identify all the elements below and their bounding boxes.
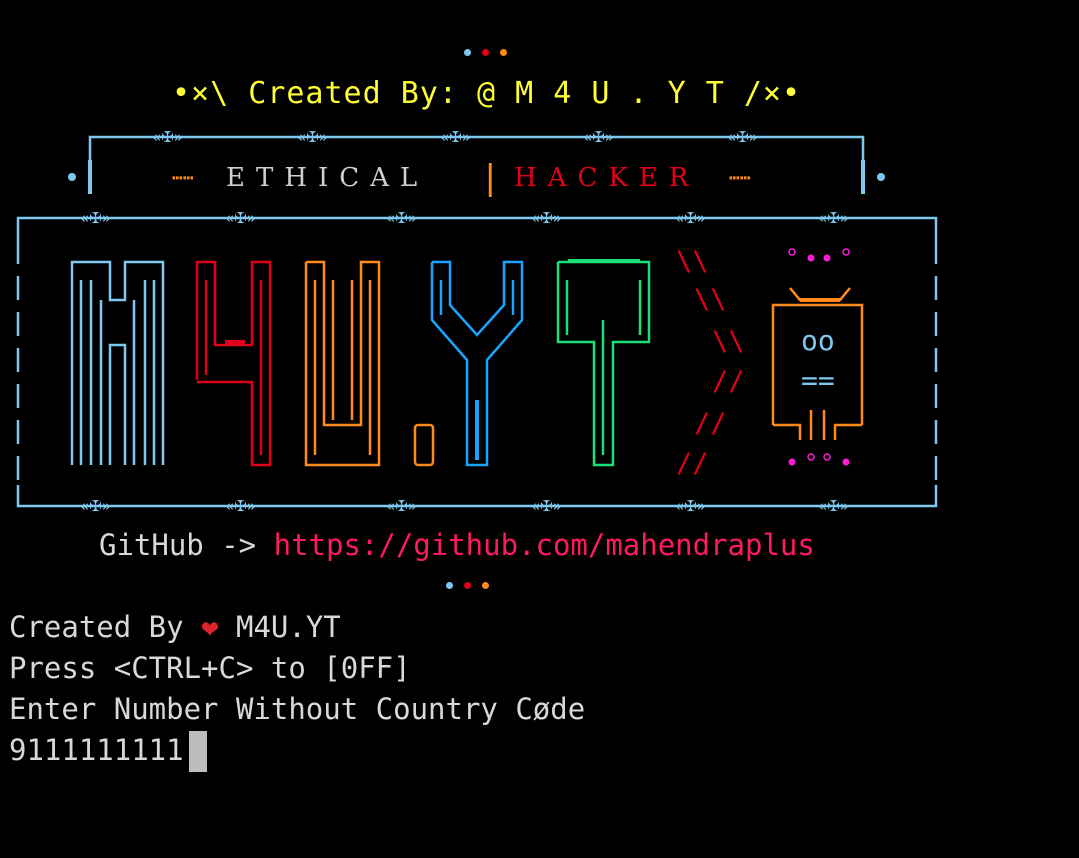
svg-text:\\: \\ [712, 326, 745, 357]
svg-text:«✠»: «✠» [675, 497, 706, 515]
bottom-dot-blue [446, 582, 453, 589]
created-by-line: Created By ❤ M4U.YT [9, 610, 341, 644]
deco-left-arrow: ┅┅ [172, 168, 194, 189]
github-label: GitHub -> [99, 528, 274, 562]
svg-text:«✠»: «✠» [675, 209, 706, 227]
svg-text:«✠»: «✠» [583, 128, 614, 146]
svg-text:«✠»: «✠» [225, 209, 256, 227]
ethical-label: ETHICAL [226, 163, 429, 193]
created-by-suffix: M4U.YT [218, 610, 341, 644]
github-link[interactable]: https://github.com/mahendraplus [274, 528, 815, 562]
svg-text:«✠»: «✠» [225, 497, 256, 515]
svg-text:«✠»: «✠» [727, 128, 758, 146]
svg-text:«✠»: «✠» [386, 209, 417, 227]
number-prompt: Enter Number Without Country Cøde [9, 692, 586, 726]
number-input[interactable]: 9111111111 [9, 733, 184, 767]
deco-right-arrow: ┅┅ [729, 168, 751, 189]
svg-text:«✠»: «✠» [818, 209, 849, 227]
exit-hint-line: Press <CTRL+C> to [0FF] [9, 651, 411, 685]
terminal-cursor [189, 731, 207, 772]
svg-text:\\: \\ [676, 246, 709, 277]
svg-text:«✠»: «✠» [531, 209, 562, 227]
ethical-hacker-separator: | [480, 158, 501, 198]
svg-text://: // [676, 448, 709, 479]
bottom-dot-orange [482, 582, 489, 589]
svg-text:«✠»: «✠» [152, 128, 183, 146]
svg-text:«✠»: «✠» [297, 128, 328, 146]
svg-text:«✠»: «✠» [386, 497, 417, 515]
svg-text:\\: \\ [694, 284, 727, 315]
svg-text:«✠»: «✠» [531, 497, 562, 515]
svg-text:«✠»: «✠» [440, 128, 471, 146]
github-line: GitHub -> https://github.com/mahendraplu… [99, 528, 815, 562]
ethical-hacker-frame: «✠» «✠» «✠» «✠» «✠» «✠» «✠» «✠» «✠» «✠» … [16, 128, 938, 515]
created-by-prefix: Created By [9, 610, 202, 644]
hacker-label: HACKER [514, 163, 700, 193]
terminal-window[interactable]: •×\ Created By: @ M 4 U . Y T /×• «✠» «✠… [0, 0, 1079, 858]
svg-text:«✠»: «✠» [80, 497, 111, 515]
svg-text:«✠»: «✠» [818, 497, 849, 515]
bottom-dot-red [464, 582, 471, 589]
svg-text://: // [712, 366, 745, 397]
svg-text://: // [694, 408, 727, 439]
heart-icon: ❤ [201, 610, 219, 644]
svg-text:«✠»: «✠» [80, 209, 111, 227]
robot-mouth: == [801, 364, 835, 397]
robot-face: oo [801, 324, 835, 357]
